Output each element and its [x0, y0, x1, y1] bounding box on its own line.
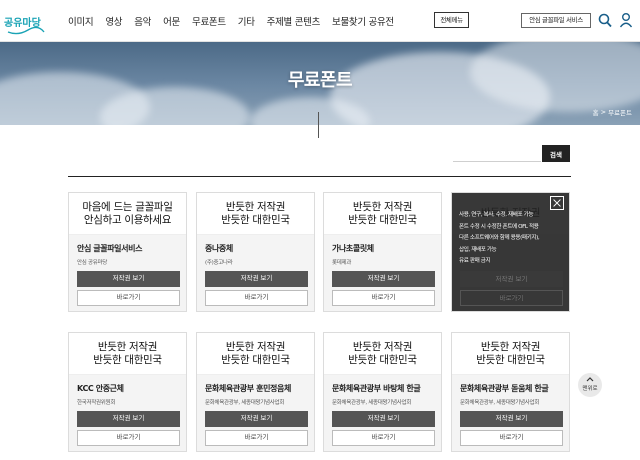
font-card[interactable]: 반듯한 저작권 반듯한 대한민국가나초콜릿체롯데제과저작권 보기바로가기 [323, 192, 442, 312]
page-title: 무료폰트 [287, 70, 353, 91]
sample-text-line: 마음에 드는 글꼴파일 [82, 200, 173, 213]
sample-text-line: 반듯한 저작권 [352, 200, 413, 213]
sample-text-line: 반듯한 저작권 [225, 340, 286, 353]
list-divider [68, 176, 571, 177]
user-icon[interactable] [619, 12, 633, 28]
font-card[interactable]: 마음에 드는 글꼴파일 안심하고 이용하세요안심 글꼴파일서비스안심 공유마당저작… [68, 192, 187, 312]
sample-text-line: 반듯한 대한민국 [348, 353, 417, 366]
view-copyright-button[interactable]: 저작권 보기 [460, 411, 563, 427]
nav-item-6[interactable]: 주제별 콘텐츠 [267, 14, 321, 28]
main-nav: 이미지 영상 음악 어문 무료폰트 기타 주제별 콘텐츠 보물찾기 공유전 [68, 14, 406, 28]
breadcrumb-separator: > [600, 108, 607, 116]
go-button-dimmed: 바로가기 [460, 290, 563, 306]
license-term: 다른 소프트웨어와 함께 용용(패키지), [459, 235, 540, 241]
font-maker: 문화체육관광부, 세종대왕기념사업회 [205, 400, 285, 406]
breadcrumb-home[interactable]: 홈 [593, 107, 599, 117]
font-maker: 문화체육관광부, 세종대왕기념사업회 [332, 400, 412, 406]
close-icon[interactable] [550, 196, 564, 210]
sample-text-line: 반듯한 저작권 [225, 200, 286, 213]
font-maker: (주)중고나라 [205, 260, 233, 266]
go-button[interactable]: 바로가기 [205, 290, 308, 306]
go-button[interactable]: 바로가기 [205, 430, 308, 446]
go-button[interactable]: 바로가기 [332, 290, 435, 306]
font-sample-preview[interactable]: 마음에 드는 글꼴파일 안심하고 이용하세요 [69, 193, 186, 235]
go-button[interactable]: 바로가기 [332, 430, 435, 446]
font-card[interactable]: 반듯한 저작권 반듯한 대한민국 KCC 안중근체한국저작권위원회저작권 보기바로가… [68, 332, 187, 452]
breadcrumb: 홈 > 무료폰트 [593, 107, 632, 117]
nav-item-2[interactable]: 음악 [134, 14, 151, 28]
go-button[interactable]: 바로가기 [460, 430, 563, 446]
sample-text-line: 반듯한 대한민국 [221, 213, 290, 226]
font-sample-preview[interactable]: 반듯한 저작권 반듯한 대한민국 [324, 193, 441, 235]
font-name: 문화체육관광부 훈민정음체 [205, 384, 291, 393]
font-card[interactable]: 반듯한 저작권저작권 보기바로가기사용, 연구, 복사, 수정, 재배포 가능폰… [451, 192, 570, 312]
sample-text-line: 반듯한 대한민국 [93, 353, 162, 366]
nav-item-4[interactable]: 무료폰트 [192, 14, 226, 28]
font-card[interactable]: 반듯한 저작권 반듯한 대한민국중나중체 (주)중고나라저작권 보기바로가기 [196, 192, 315, 312]
font-maker: 롯데제과 [332, 260, 352, 266]
font-name: 문화체육관광부 돋움체 한글 [460, 384, 549, 393]
view-copyright-button[interactable]: 저작권 보기 [332, 411, 435, 427]
nav-item-7[interactable]: 보물찾기 공유전 [332, 14, 394, 28]
license-terms: 사용, 연구, 복사, 수정, 재배포 가능폰트 수정 시 수정한 폰트에 OF… [459, 210, 565, 268]
safe-font-service-button[interactable]: 안심 글꼴파일 서비스 [521, 13, 591, 28]
license-term: 삽입, 재배포 가능 [459, 246, 497, 253]
font-sample-preview[interactable]: 반듯한 저작권 반듯한 대한민국 [69, 333, 186, 375]
font-name: 가나초콜릿체 [332, 244, 374, 253]
go-button[interactable]: 바로가기 [77, 290, 180, 306]
font-name: 중나중체 [205, 244, 233, 253]
scroll-top-button[interactable]: 맨위로 [578, 373, 602, 397]
sample-text-line: 반듯한 저작권 [480, 340, 541, 353]
sample-text-line: 반듯한 저작권 [352, 340, 413, 353]
view-copyright-button[interactable]: 저작권 보기 [77, 411, 180, 427]
nav-item-3[interactable]: 어문 [163, 14, 180, 28]
license-term: 유료 판매 금지 [459, 258, 491, 264]
font-search-input[interactable] [453, 145, 541, 162]
license-overlay: 사용, 연구, 복사, 수정, 재배포 가능폰트 수정 시 수정한 폰트에 OF… [452, 193, 569, 311]
nav-item-1[interactable]: 영상 [105, 14, 122, 28]
search-button[interactable]: 검색 [542, 145, 570, 162]
font-maker: 안심 공유마당 [77, 260, 108, 266]
font-card[interactable]: 반듯한 저작권 반듯한 대한민국문화체육관광부 돋움체 한글문화체육관광부, 세종… [451, 332, 570, 452]
view-copyright-button[interactable]: 저작권 보기 [205, 271, 308, 287]
license-term: 폰트 수정 시 수정한 폰트에 OFL 적용 [459, 223, 539, 230]
sample-text-line: 반듯한 대한민국 [221, 353, 290, 366]
hero-banner: 무료폰트 홈 > 무료폰트 [0, 42, 640, 125]
all-menu-button[interactable]: 전체메뉴 [434, 12, 469, 28]
font-name: KCC 안중근체 [77, 384, 124, 393]
nav-item-5[interactable]: 기타 [238, 14, 255, 28]
search-icon[interactable] [598, 12, 612, 28]
sample-text-line: 안심하고 이용하세요 [83, 213, 172, 226]
hero-divider-line [318, 112, 319, 138]
sample-text-line: 반듯한 저작권 [97, 340, 158, 353]
go-button[interactable]: 바로가기 [77, 430, 180, 446]
font-card[interactable]: 반듯한 저작권 반듯한 대한민국문화체육관광부 훈민정음체문화체육관광부, 세종대… [196, 332, 315, 452]
sample-text-line: 반듯한 대한민국 [476, 353, 545, 366]
view-copyright-button-dimmed: 저작권 보기 [460, 271, 563, 287]
font-maker: 문화체육관광부, 세종대왕기념사업회 [460, 400, 540, 406]
font-name: 문화체육관광부 바탕체 한글 [332, 384, 421, 393]
view-copyright-button[interactable]: 저작권 보기 [332, 271, 435, 287]
license-term: 사용, 연구, 복사, 수정, 재배포 가능 [459, 212, 534, 218]
view-copyright-button[interactable]: 저작권 보기 [77, 271, 180, 287]
font-sample-preview[interactable]: 반듯한 저작권 반듯한 대한민국 [324, 333, 441, 375]
view-copyright-button[interactable]: 저작권 보기 [205, 411, 308, 427]
breadcrumb-current: 무료폰트 [608, 109, 632, 117]
site-header: 공유마당 이미지 영상 음악 어문 무료폰트 기타 주제별 콘텐츠 보물찾기 공유전 전체메뉴… [0, 0, 640, 42]
scroll-top-label: 맨위로 [582, 386, 598, 392]
sample-text-line: 반듯한 대한민국 [348, 213, 417, 226]
font-maker: 한국저작권위원회 [77, 400, 116, 406]
font-sample-preview[interactable]: 반듯한 저작권 반듯한 대한민국 [197, 193, 314, 235]
chevron-up-icon [586, 377, 594, 382]
font-card[interactable]: 반듯한 저작권 반듯한 대한민국문화체육관광부 바탕체 한글문화체육관광부, 세종… [323, 332, 442, 452]
font-sample-preview[interactable]: 반듯한 저작권 반듯한 대한민국 [197, 333, 314, 375]
site-logo[interactable]: 공유마당 [4, 6, 46, 38]
font-name: 안심 글꼴파일서비스 [77, 244, 143, 253]
nav-item-0[interactable]: 이미지 [68, 14, 94, 28]
font-sample-preview[interactable]: 반듯한 저작권 반듯한 대한민국 [452, 333, 569, 375]
